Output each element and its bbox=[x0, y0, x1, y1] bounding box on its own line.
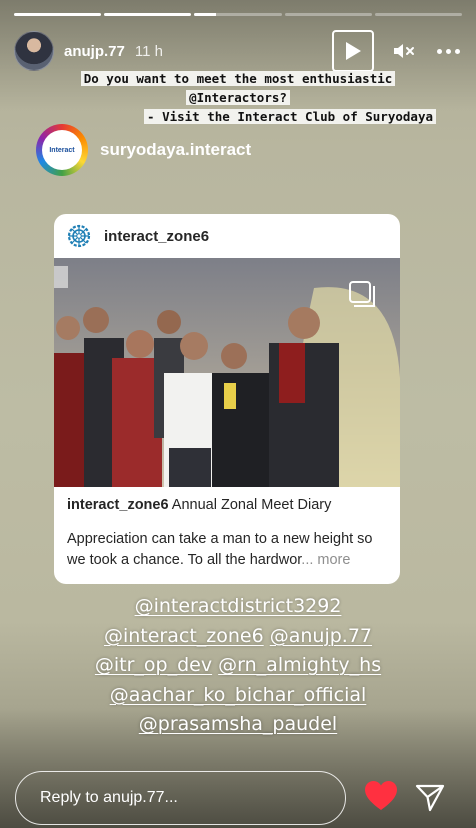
more-icon bbox=[436, 48, 442, 54]
mention-name[interactable]: suryodaya.interact bbox=[100, 140, 251, 160]
group-photo bbox=[54, 258, 400, 487]
mention-sticker[interactable]: Interact suryodaya.interact bbox=[36, 124, 251, 176]
username[interactable]: anujp.77 bbox=[64, 43, 125, 60]
tag-line: @aachar_ko_bichar_official bbox=[0, 681, 476, 711]
progress-segment bbox=[14, 13, 102, 16]
shared-post-photo[interactable] bbox=[54, 258, 400, 487]
like-button[interactable] bbox=[364, 780, 398, 812]
tag-line: @interactdistrict3292 bbox=[0, 592, 476, 622]
caption-line: @Interactors? bbox=[186, 90, 290, 105]
mention-tag[interactable]: @interactdistrict3292 bbox=[135, 595, 342, 617]
shared-post-account[interactable]: interact_zone6 bbox=[104, 228, 209, 245]
story-header: anujp.77 11 h bbox=[14, 30, 462, 72]
story-caption: Do you want to meet the most enthusiasti… bbox=[0, 69, 476, 126]
mention-tag[interactable]: @itr_op_dev bbox=[95, 654, 212, 676]
more-icon-dot bbox=[445, 48, 451, 54]
mention-avatar-ring: Interact bbox=[36, 124, 88, 176]
reply-input[interactable]: Reply to anujp.77... bbox=[15, 771, 346, 825]
more-options-button[interactable] bbox=[434, 39, 462, 63]
mention-tag[interactable]: @aachar_ko_bichar_official bbox=[110, 684, 367, 706]
shared-post-body: Appreciation can take a man to a new hei… bbox=[67, 529, 387, 571]
tag-line: @interact_zone6 @anujp.77 bbox=[0, 622, 476, 652]
tag-line: @prasamsha_paudel bbox=[0, 710, 476, 740]
more-icon-dot bbox=[454, 48, 460, 54]
progress-segment bbox=[194, 13, 282, 16]
progress-segment bbox=[374, 13, 463, 16]
header-actions bbox=[332, 30, 462, 72]
shared-post-caption: interact_zone6 Annual Zonal Meet Diary A… bbox=[67, 495, 387, 571]
play-icon bbox=[346, 42, 361, 60]
caption-line: - Visit the Interact Club of Suryodaya bbox=[144, 109, 436, 124]
mention-tags: @interactdistrict3292 @interact_zone6 @a… bbox=[0, 592, 476, 740]
shared-post-title: interact_zone6 Annual Zonal Meet Diary bbox=[67, 495, 387, 515]
post-time: 11 h bbox=[134, 42, 163, 60]
mention-tag[interactable]: @prasamsha_paudel bbox=[139, 713, 337, 735]
send-button[interactable] bbox=[414, 781, 446, 813]
shared-post-title-account: interact_zone6 bbox=[67, 497, 169, 513]
mute-icon bbox=[394, 44, 414, 58]
mention-tag[interactable]: @interact_zone6 bbox=[104, 625, 264, 647]
progress-fill bbox=[14, 13, 102, 16]
mention-tag[interactable]: @rn_almighty_hs bbox=[218, 654, 381, 676]
story-progress bbox=[14, 13, 463, 16]
caption-line: Do you want to meet the most enthusiasti… bbox=[80, 71, 396, 86]
avatar[interactable] bbox=[14, 31, 54, 71]
send-icon bbox=[415, 784, 445, 812]
tag-line: @itr_op_dev @rn_almighty_hs bbox=[0, 651, 476, 681]
mention-avatar: Interact bbox=[42, 130, 82, 170]
progress-fill bbox=[104, 13, 192, 16]
progress-segment bbox=[284, 13, 372, 16]
reply-placeholder: Reply to anujp.77... bbox=[40, 789, 178, 806]
shared-post-title-text: Annual Zonal Meet Diary bbox=[171, 497, 332, 513]
progress-segment bbox=[104, 13, 192, 16]
shared-post-header: interact_zone6 bbox=[54, 214, 400, 258]
heart-icon bbox=[365, 781, 397, 810]
play-button[interactable] bbox=[332, 30, 374, 72]
rotary-wheel-icon bbox=[66, 223, 92, 249]
mention-tag[interactable]: @anujp.77 bbox=[270, 625, 372, 647]
mention-logo-text: Interact bbox=[49, 146, 75, 154]
shared-post-card[interactable]: interact_zone6 interact_zone6 Annual Zon… bbox=[54, 214, 400, 584]
progress-fill bbox=[194, 13, 217, 16]
mute-button[interactable] bbox=[392, 39, 416, 63]
shared-post-more-link[interactable]: ... more bbox=[301, 552, 350, 568]
